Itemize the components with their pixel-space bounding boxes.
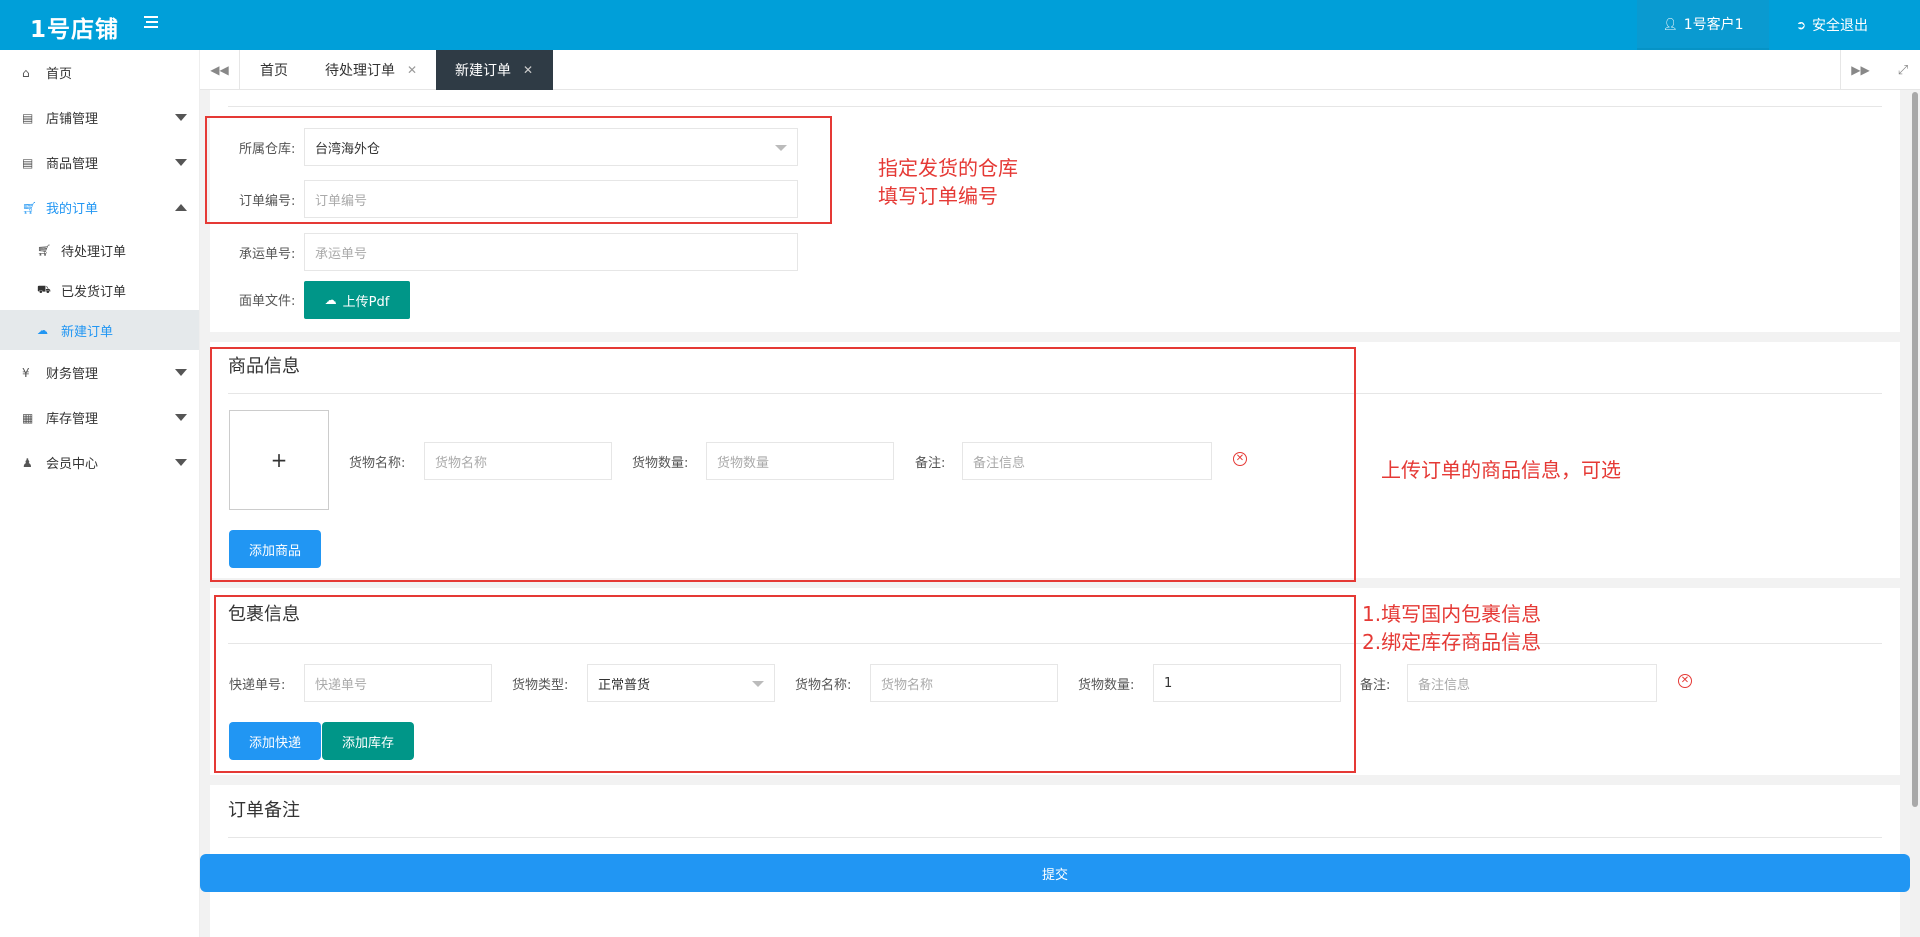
- close-icon[interactable]: ✕: [407, 63, 417, 77]
- app-logo[interactable]: 1号店铺: [30, 10, 119, 44]
- sidebar-item-label: 店铺管理: [46, 112, 99, 127]
- annotation-box-basic: [205, 116, 832, 224]
- sidebar-item-label: 财务管理: [46, 367, 99, 382]
- upload-pdf-label: 上传Pdf: [342, 294, 390, 310]
- cart-icon: 🛒︎: [22, 200, 38, 215]
- tracking-no-input[interactable]: 承运单号: [304, 233, 798, 271]
- truck-icon: ⛟: [37, 282, 51, 296]
- annotation-box-goods: [210, 347, 1356, 582]
- sidebar-subitem-pending-orders[interactable]: 🛒︎ 待处理订单: [0, 230, 199, 270]
- home-icon: ⌂: [22, 65, 30, 80]
- package-note-label: 备注:: [1360, 678, 1391, 693]
- tab-home[interactable]: 首页: [260, 50, 288, 90]
- order-remark-title: 订单备注: [228, 800, 300, 821]
- tab-pending-orders[interactable]: 待处理订单 ✕: [325, 50, 417, 90]
- sidebar-item-label: 会员中心: [46, 457, 99, 472]
- tab-new-order[interactable]: 新建订单 ✕: [436, 50, 553, 90]
- top-bar: 1号店铺 👤︎ 1号客户1 ➲ 安全退出: [0, 0, 1920, 50]
- cart-icon: 🛒︎: [37, 243, 51, 257]
- annotation-text-package: 1.填写国内包裹信息 2.绑定库存商品信息: [1362, 600, 1541, 656]
- tab-label: 待处理订单: [325, 63, 395, 79]
- user-icon: 👤︎: [1662, 17, 1678, 31]
- divider: [228, 837, 1882, 838]
- sidebar-item-goods[interactable]: ▤ 商品管理: [0, 140, 199, 185]
- tab-label: 新建订单: [455, 63, 511, 79]
- submit-label: 提交: [1041, 867, 1068, 883]
- sidebar: ⌂ 首页 ▤ 店铺管理 ▤ 商品管理 🛒︎ 我的订单 🛒︎ 待处理订单 ⛟ 已发…: [0, 50, 200, 937]
- sidebar-item-home[interactable]: ⌂ 首页: [0, 50, 199, 95]
- vertical-scrollbar[interactable]: [1910, 90, 1920, 937]
- table-icon: ▦: [22, 410, 34, 425]
- sign-out-icon: ➲: [1795, 18, 1807, 32]
- remove-package-icon[interactable]: ✕: [1678, 674, 1692, 688]
- package-note-input[interactable]: 备注信息: [1407, 664, 1657, 702]
- tracking-no-label: 承运单号:: [239, 247, 296, 262]
- upload-pdf-button[interactable]: ☁ 上传Pdf: [304, 281, 410, 319]
- submit-button[interactable]: 提交: [200, 854, 1910, 892]
- sidebar-item-label: 库存管理: [46, 412, 99, 427]
- chevron-up-icon: [175, 204, 187, 211]
- label-file-label: 面单文件:: [239, 294, 296, 309]
- annotation-text-goods: 上传订单的商品信息，可选: [1381, 458, 1621, 482]
- sidebar-item-label: 商品管理: [46, 157, 99, 172]
- sidebar-subitem-label: 新建订单: [61, 324, 114, 340]
- logout-label: 安全退出: [1812, 18, 1869, 34]
- chevron-down-icon: [175, 159, 187, 166]
- tab-bar: ◀◀ 首页 待处理订单 ✕ 新建订单 ✕ ▶▶ ⤢: [200, 50, 1920, 90]
- chevron-down-icon: [175, 114, 187, 121]
- sidebar-subitem-label: 待处理订单: [61, 244, 127, 260]
- shop-icon: ▤: [22, 110, 34, 125]
- logout-button[interactable]: ➲ 安全退出: [1772, 0, 1892, 50]
- cloud-upload-icon: ☁: [324, 293, 337, 307]
- tab-label: 首页: [260, 63, 288, 79]
- close-icon[interactable]: ✕: [523, 63, 533, 77]
- menu-toggle-icon[interactable]: [144, 16, 160, 30]
- sidebar-item-label: 首页: [46, 67, 73, 82]
- sidebar-subitem-new-order[interactable]: ☁ 新建订单: [0, 310, 199, 350]
- annotation-line: 填写订单编号: [878, 184, 998, 208]
- user-name: 1号客户1: [1683, 17, 1744, 33]
- divider: [228, 106, 1882, 107]
- annotation-line: 2.绑定库存商品信息: [1362, 630, 1542, 654]
- user-menu-button[interactable]: 👤︎ 1号客户1: [1637, 0, 1769, 50]
- goods-icon: ▤: [22, 155, 34, 170]
- sidebar-item-inventory[interactable]: ▦ 库存管理: [0, 395, 199, 440]
- tab-scroll-right-icon[interactable]: ▶▶: [1840, 50, 1880, 90]
- scrollbar-thumb[interactable]: [1912, 92, 1918, 807]
- sidebar-subitem-label: 已发货订单: [61, 284, 127, 300]
- chevron-down-icon: [175, 369, 187, 376]
- sidebar-subitem-shipped-orders[interactable]: ⛟ 已发货订单: [0, 270, 199, 310]
- tab-scroll-left-icon[interactable]: ◀◀: [200, 50, 240, 90]
- sidebar-item-label: 我的订单: [46, 202, 99, 217]
- yen-icon: ¥: [22, 365, 30, 380]
- chevron-down-icon: [175, 459, 187, 466]
- sidebar-item-orders[interactable]: 🛒︎ 我的订单: [0, 185, 199, 230]
- annotation-text-basic: 指定发货的仓库 填写订单编号: [878, 154, 1018, 210]
- member-icon: ♟: [22, 455, 33, 470]
- annotation-line: 1.填写国内包裹信息: [1362, 602, 1542, 626]
- annotation-line: 指定发货的仓库: [878, 156, 1018, 180]
- sidebar-item-shop[interactable]: ▤ 店铺管理: [0, 95, 199, 140]
- cloud-upload-icon: ☁: [37, 323, 48, 337]
- fullscreen-icon[interactable]: ⤢: [1886, 50, 1920, 90]
- sidebar-item-finance[interactable]: ¥ 财务管理: [0, 350, 199, 395]
- annotation-box-package: [214, 595, 1356, 773]
- chevron-down-icon: [175, 414, 187, 421]
- sidebar-item-member[interactable]: ♟ 会员中心: [0, 440, 199, 485]
- main-content: 所属仓库: 台湾海外仓 订单编号: 订单编号 承运单号: 承运单号 面单文件: …: [200, 90, 1910, 937]
